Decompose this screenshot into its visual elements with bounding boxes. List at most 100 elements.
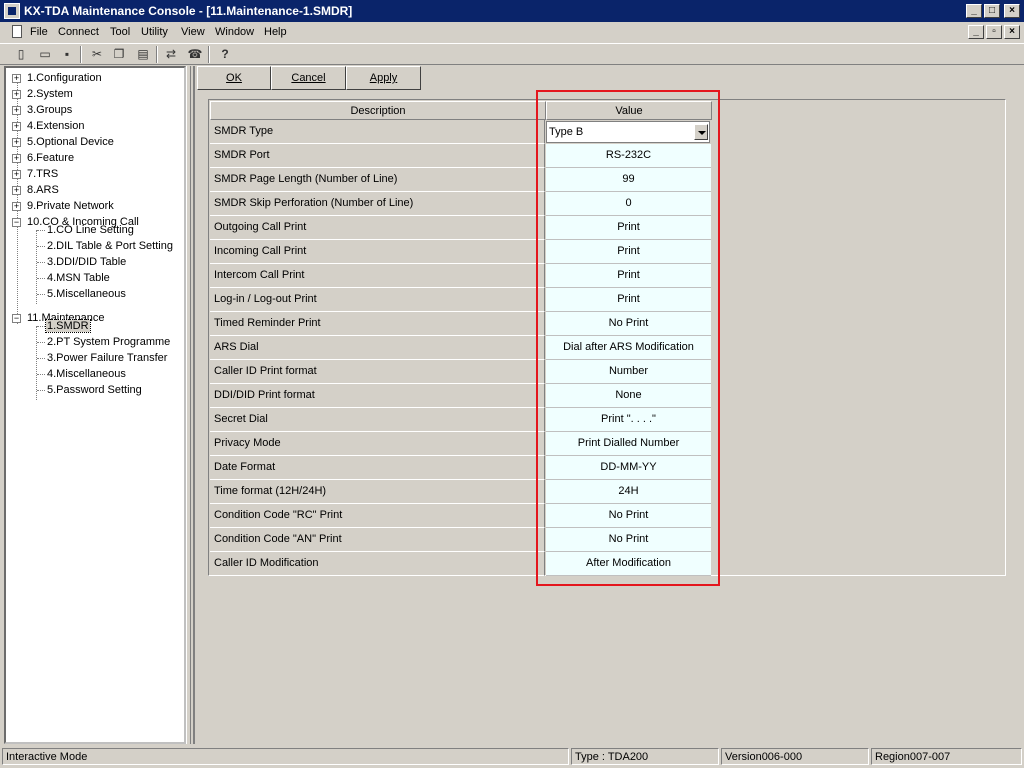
document-icon[interactable] bbox=[12, 25, 22, 38]
expand-icon[interactable]: + bbox=[12, 74, 21, 83]
row-value[interactable]: No Print bbox=[546, 312, 711, 336]
menu-utility[interactable]: Utility bbox=[141, 26, 168, 38]
tree-item-groups[interactable]: +3.Groups bbox=[12, 102, 73, 118]
tree-item-co-line-setting[interactable]: 1.CO Line Setting bbox=[46, 222, 135, 238]
row-value[interactable]: Print ". . . ." bbox=[546, 408, 711, 432]
cancel-button[interactable]: Cancel bbox=[271, 66, 346, 90]
tree-item-ddi-did-table[interactable]: 3.DDI/DID Table bbox=[46, 254, 127, 270]
row-description[interactable]: ARS Dial bbox=[210, 336, 545, 360]
expand-icon[interactable]: + bbox=[12, 106, 21, 115]
row-value[interactable]: No Print bbox=[546, 528, 711, 552]
mdi-minimize-button[interactable]: _ bbox=[968, 25, 984, 39]
ok-button[interactable]: OK bbox=[197, 66, 271, 90]
navigation-tree[interactable]: +1.Configuration +2.System +3.Groups +4.… bbox=[4, 66, 186, 744]
expand-icon[interactable]: + bbox=[12, 122, 21, 131]
tree-item-feature[interactable]: +6.Feature bbox=[12, 150, 75, 166]
row-value[interactable]: 24H bbox=[546, 480, 711, 504]
row-value[interactable]: Dial after ARS Modification bbox=[546, 336, 711, 360]
apply-button[interactable]: Apply bbox=[346, 66, 421, 90]
tree-item-pt-system-programme[interactable]: 2.PT System Programme bbox=[46, 334, 171, 350]
maximize-button[interactable]: □ bbox=[984, 4, 1000, 18]
menu-tool[interactable]: Tool bbox=[110, 26, 130, 38]
row-description[interactable]: Privacy Mode bbox=[210, 432, 545, 456]
save-icon[interactable]: ▪ bbox=[58, 46, 76, 63]
row-value[interactable]: After Modification bbox=[546, 552, 711, 576]
tree-item-trs[interactable]: +7.TRS bbox=[12, 166, 59, 182]
dropdown-arrow-icon[interactable] bbox=[694, 124, 708, 140]
row-value[interactable]: RS-232C bbox=[546, 144, 711, 168]
expand-icon[interactable]: + bbox=[12, 202, 21, 211]
menu-file[interactable]: File bbox=[30, 26, 48, 38]
tree-item-configuration[interactable]: +1.Configuration bbox=[12, 70, 103, 86]
row-description[interactable]: Outgoing Call Print bbox=[210, 216, 545, 240]
panel-splitter[interactable] bbox=[186, 66, 194, 744]
row-value[interactable]: No Print bbox=[546, 504, 711, 528]
app-icon[interactable] bbox=[4, 3, 20, 19]
tree-item-extension[interactable]: +4.Extension bbox=[12, 118, 85, 134]
tree-item-msn-table[interactable]: 4.MSN Table bbox=[46, 270, 111, 286]
close-button[interactable]: × bbox=[1004, 4, 1020, 18]
tree-item-dil-table[interactable]: 2.DIL Table & Port Setting bbox=[46, 238, 174, 254]
new-icon[interactable]: ▯ bbox=[12, 46, 30, 63]
connect-icon[interactable]: ⇄ bbox=[162, 46, 180, 63]
paste-icon[interactable]: ▤ bbox=[134, 46, 152, 63]
copy-icon[interactable]: ❐ bbox=[110, 46, 128, 63]
smdr-type-dropdown[interactable]: Type B bbox=[546, 121, 710, 143]
expand-icon[interactable]: + bbox=[12, 186, 21, 195]
row-description[interactable]: Condition Code "RC" Print bbox=[210, 504, 545, 528]
row-value[interactable]: DD-MM-YY bbox=[546, 456, 711, 480]
tree-item-ars[interactable]: +8.ARS bbox=[12, 182, 60, 198]
row-description[interactable]: Condition Code "AN" Print bbox=[210, 528, 545, 552]
row-description[interactable]: Caller ID Modification bbox=[210, 552, 545, 576]
row-description[interactable]: Log-in / Log-out Print bbox=[210, 288, 545, 312]
tree-item-co-miscellaneous[interactable]: 5.Miscellaneous bbox=[46, 286, 127, 302]
tree-item-system[interactable]: +2.System bbox=[12, 86, 74, 102]
menu-view[interactable]: View bbox=[181, 26, 205, 38]
row-description[interactable]: DDI/DID Print format bbox=[210, 384, 545, 408]
collapse-icon[interactable]: − bbox=[12, 314, 21, 323]
row-value[interactable]: None bbox=[546, 384, 711, 408]
disconnect-icon[interactable]: ☎ bbox=[186, 46, 204, 63]
cut-icon[interactable]: ✂ bbox=[88, 46, 106, 63]
expand-icon[interactable]: + bbox=[12, 90, 21, 99]
row-value[interactable]: Print bbox=[546, 216, 711, 240]
row-value[interactable]: Print Dialled Number bbox=[546, 432, 711, 456]
minimize-button[interactable]: _ bbox=[966, 4, 982, 18]
row-description[interactable]: Date Format bbox=[210, 456, 545, 480]
row-value[interactable]: 99 bbox=[546, 168, 711, 192]
tree-item-private-network[interactable]: +9.Private Network bbox=[12, 198, 115, 214]
expand-icon[interactable]: + bbox=[12, 170, 21, 179]
menu-window[interactable]: Window bbox=[215, 26, 254, 38]
menu-connect[interactable]: Connect bbox=[58, 26, 99, 38]
row-description[interactable]: Time format (12H/24H) bbox=[210, 480, 545, 504]
row-description[interactable]: SMDR Type bbox=[210, 120, 545, 144]
row-value[interactable]: 0 bbox=[546, 192, 711, 216]
expand-icon[interactable]: + bbox=[12, 154, 21, 163]
tree-item-maintenance-miscellaneous[interactable]: 4.Miscellaneous bbox=[46, 366, 127, 382]
column-header-description[interactable]: Description bbox=[210, 101, 546, 120]
row-description[interactable]: SMDR Page Length (Number of Line) bbox=[210, 168, 545, 192]
column-header-value[interactable]: Value bbox=[546, 101, 712, 120]
help-icon[interactable]: ? bbox=[216, 46, 234, 63]
row-description[interactable]: Secret Dial bbox=[210, 408, 545, 432]
expand-icon[interactable]: + bbox=[12, 138, 21, 147]
tree-item-password-setting[interactable]: 5.Password Setting bbox=[46, 382, 143, 398]
menu-help[interactable]: Help bbox=[264, 26, 287, 38]
tree-item-smdr[interactable]: 1.SMDR bbox=[45, 318, 91, 334]
mdi-restore-button[interactable]: ▫ bbox=[986, 25, 1002, 39]
row-value[interactable]: Print bbox=[546, 288, 711, 312]
tree-item-optional-device[interactable]: +5.Optional Device bbox=[12, 134, 115, 150]
row-value[interactable]: Print bbox=[546, 264, 711, 288]
row-description[interactable]: Intercom Call Print bbox=[210, 264, 545, 288]
title-bar[interactable]: KX-TDA Maintenance Console - [11.Mainten… bbox=[0, 0, 1024, 22]
mdi-close-button[interactable]: × bbox=[1004, 25, 1020, 39]
row-value[interactable]: Print bbox=[546, 240, 711, 264]
row-description[interactable]: Timed Reminder Print bbox=[210, 312, 545, 336]
row-description[interactable]: Incoming Call Print bbox=[210, 240, 545, 264]
row-description[interactable]: Caller ID Print format bbox=[210, 360, 545, 384]
tree-item-power-failure-transfer[interactable]: 3.Power Failure Transfer bbox=[46, 350, 168, 366]
row-value[interactable]: Number bbox=[546, 360, 711, 384]
row-description[interactable]: SMDR Skip Perforation (Number of Line) bbox=[210, 192, 545, 216]
collapse-icon[interactable]: − bbox=[12, 218, 21, 227]
row-description[interactable]: SMDR Port bbox=[210, 144, 545, 168]
